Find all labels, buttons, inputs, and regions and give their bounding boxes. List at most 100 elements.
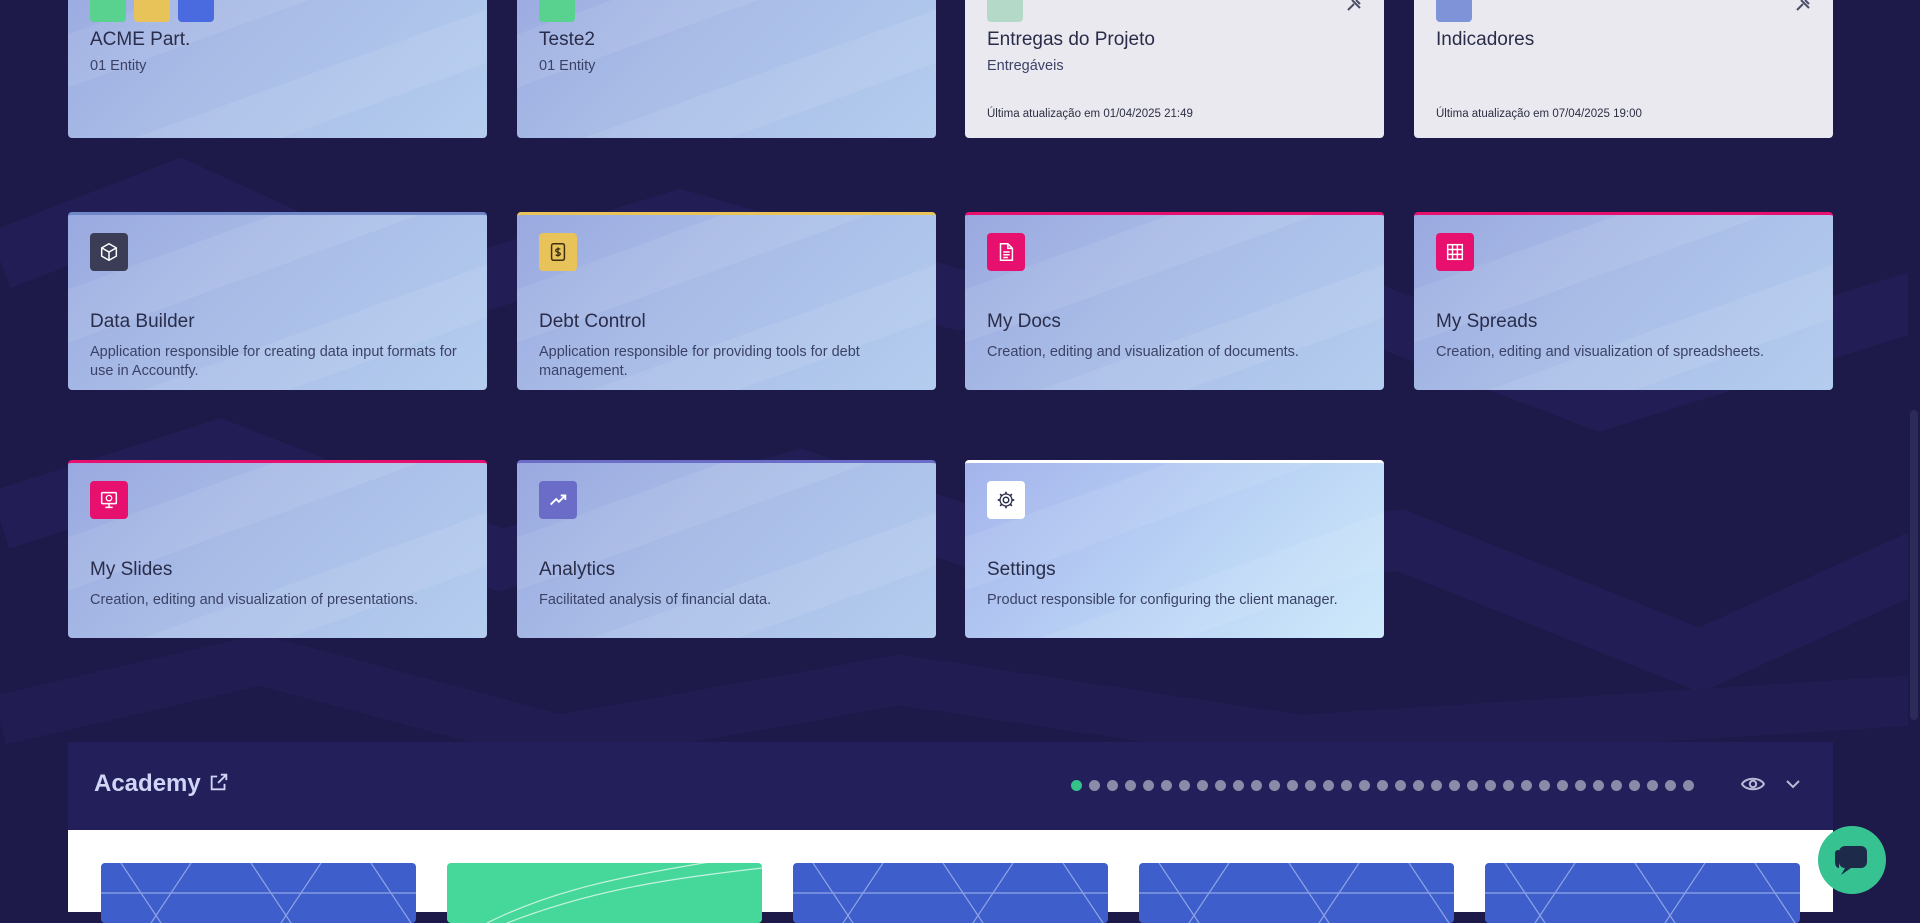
app-card-my-slides[interactable]: My Slides Creation, editing and visualiz… xyxy=(68,460,487,638)
carousel-dot[interactable] xyxy=(1089,780,1100,791)
card-title: Settings xyxy=(987,559,1056,580)
carousel-dot[interactable] xyxy=(1143,780,1154,791)
transfer-icon xyxy=(178,0,214,22)
card-title: My Docs xyxy=(987,311,1061,332)
pin-icon[interactable] xyxy=(1793,0,1813,12)
course-thumbnail[interactable] xyxy=(793,863,1108,923)
course-thumbnail[interactable] xyxy=(1485,863,1800,923)
document-icon xyxy=(987,233,1025,271)
app-card-my-spreads[interactable]: My Spreads Creation, editing and visuali… xyxy=(1414,212,1833,390)
card-subtitle: Entregáveis xyxy=(987,58,1064,74)
app-card-settings[interactable]: Settings Product responsible for configu… xyxy=(965,460,1384,638)
academy-title: Academy xyxy=(94,770,201,797)
carousel-dot[interactable] xyxy=(1233,780,1244,791)
report-icons xyxy=(987,0,1023,22)
carousel-dot[interactable] xyxy=(1647,780,1658,791)
carousel-dot[interactable] xyxy=(1251,780,1262,791)
card-subtitle: 01 Entity xyxy=(90,58,147,74)
carousel-dot[interactable] xyxy=(1341,780,1352,791)
card-title: My Slides xyxy=(90,559,173,580)
academy-carousel xyxy=(68,830,1833,923)
carousel-dot[interactable] xyxy=(1575,780,1586,791)
card-description: Application responsible for creating dat… xyxy=(90,344,457,379)
carousel-dot[interactable] xyxy=(1269,780,1280,791)
app-card-teste2[interactable]: Teste2 01 Entity xyxy=(517,0,936,138)
carousel-dot[interactable] xyxy=(1467,780,1478,791)
card-title: Teste2 xyxy=(539,29,595,50)
card-title: ACME Part. xyxy=(90,29,191,50)
app-card-entregas[interactable]: Entregas do Projeto Entregáveis Última a… xyxy=(965,0,1384,138)
carousel-dot[interactable] xyxy=(1503,780,1514,791)
chevron-down-icon[interactable] xyxy=(1783,774,1803,794)
app-card-acme[interactable]: ACME Part. 01 Entity xyxy=(68,0,487,138)
carousel-dot[interactable] xyxy=(1611,780,1622,791)
carousel-dot[interactable] xyxy=(1323,780,1334,791)
carousel-dot[interactable] xyxy=(1107,780,1118,791)
carousel-dot[interactable] xyxy=(1485,780,1496,791)
carousel-dot[interactable] xyxy=(1377,780,1388,791)
course-thumbnail[interactable] xyxy=(1139,863,1454,923)
pin-icon[interactable] xyxy=(1344,0,1364,12)
carousel-dot[interactable] xyxy=(1665,780,1676,791)
card-title: Analytics xyxy=(539,559,616,580)
app-card-indicadores[interactable]: Indicadores Última atualização em 07/04/… xyxy=(1414,0,1833,138)
external-link-icon[interactable] xyxy=(208,771,230,793)
carousel-dot[interactable] xyxy=(1431,780,1442,791)
carousel-dot[interactable] xyxy=(1071,780,1082,791)
spreadsheet-icon xyxy=(1436,233,1474,271)
trending-up-icon xyxy=(539,481,577,519)
carousel-dot[interactable] xyxy=(1359,780,1370,791)
carousel-dot[interactable] xyxy=(1593,780,1604,791)
carousel-dot[interactable] xyxy=(1215,780,1226,791)
carousel-dot[interactable] xyxy=(1287,780,1298,791)
carousel-dot[interactable] xyxy=(1683,780,1694,791)
card-title: Data Builder xyxy=(90,311,195,332)
carousel-dot[interactable] xyxy=(1161,780,1172,791)
page-scrollbar[interactable] xyxy=(1908,0,1920,912)
carousel-dot[interactable] xyxy=(1125,780,1136,791)
entity-icons xyxy=(539,0,575,22)
dollar-icon xyxy=(134,0,170,22)
entity-icons xyxy=(90,0,214,22)
cube-icon xyxy=(90,233,128,271)
card-description: Application responsible for providing to… xyxy=(539,344,860,379)
carousel-dot[interactable] xyxy=(1179,780,1190,791)
carousel-dot[interactable] xyxy=(1305,780,1316,791)
card-title: My Spreads xyxy=(1436,311,1538,332)
app-card-data-builder[interactable]: Data Builder Application responsible for… xyxy=(68,212,487,390)
academy-header: Academy xyxy=(68,742,1833,830)
bar-chart-icon xyxy=(1436,0,1472,22)
course-thumbnail[interactable] xyxy=(101,863,416,923)
last-update: Última atualização em 07/04/2025 19:00 xyxy=(1436,108,1642,120)
card-title: Entregas do Projeto xyxy=(987,29,1155,50)
carousel-dot[interactable] xyxy=(1395,780,1406,791)
carousel-dot[interactable] xyxy=(1557,780,1568,791)
carousel-dot[interactable] xyxy=(1413,780,1424,791)
carousel-dots xyxy=(1071,780,1694,791)
scrollbar-thumb[interactable] xyxy=(1910,410,1918,720)
carousel-dot[interactable] xyxy=(1197,780,1208,791)
card-title: Debt Control xyxy=(539,311,646,332)
presentation-icon xyxy=(90,481,128,519)
chat-support-button[interactable] xyxy=(1818,826,1886,894)
carousel-dot[interactable] xyxy=(1449,780,1460,791)
carousel-dot[interactable] xyxy=(1521,780,1532,791)
report-icons xyxy=(1436,0,1472,22)
app-card-analytics[interactable]: Analytics Facilitated analysis of financ… xyxy=(517,460,936,638)
app-card-debt-control[interactable]: Debt Control Application responsible for… xyxy=(517,212,936,390)
carousel-dot[interactable] xyxy=(1539,780,1550,791)
card-description: Product responsible for configuring the … xyxy=(987,592,1338,608)
last-update: Última atualização em 01/04/2025 21:49 xyxy=(987,108,1193,120)
app-card-my-docs[interactable]: My Docs Creation, editing and visualizat… xyxy=(965,212,1384,390)
card-subtitle: 01 Entity xyxy=(539,58,596,74)
card-description: Creation, editing and visualization of p… xyxy=(90,592,419,608)
card-description: Creation, editing and visualization of d… xyxy=(987,344,1299,360)
course-thumbnail[interactable] xyxy=(447,863,762,923)
gear-icon xyxy=(987,481,1025,519)
carousel-dot[interactable] xyxy=(1629,780,1640,791)
eye-icon[interactable] xyxy=(1741,774,1765,794)
card-description: Facilitated analysis of financial data. xyxy=(539,592,772,608)
card-description: Creation, editing and visualization of s… xyxy=(1436,344,1765,360)
ledger-dollar-icon xyxy=(539,233,577,271)
org-icon xyxy=(90,0,126,22)
